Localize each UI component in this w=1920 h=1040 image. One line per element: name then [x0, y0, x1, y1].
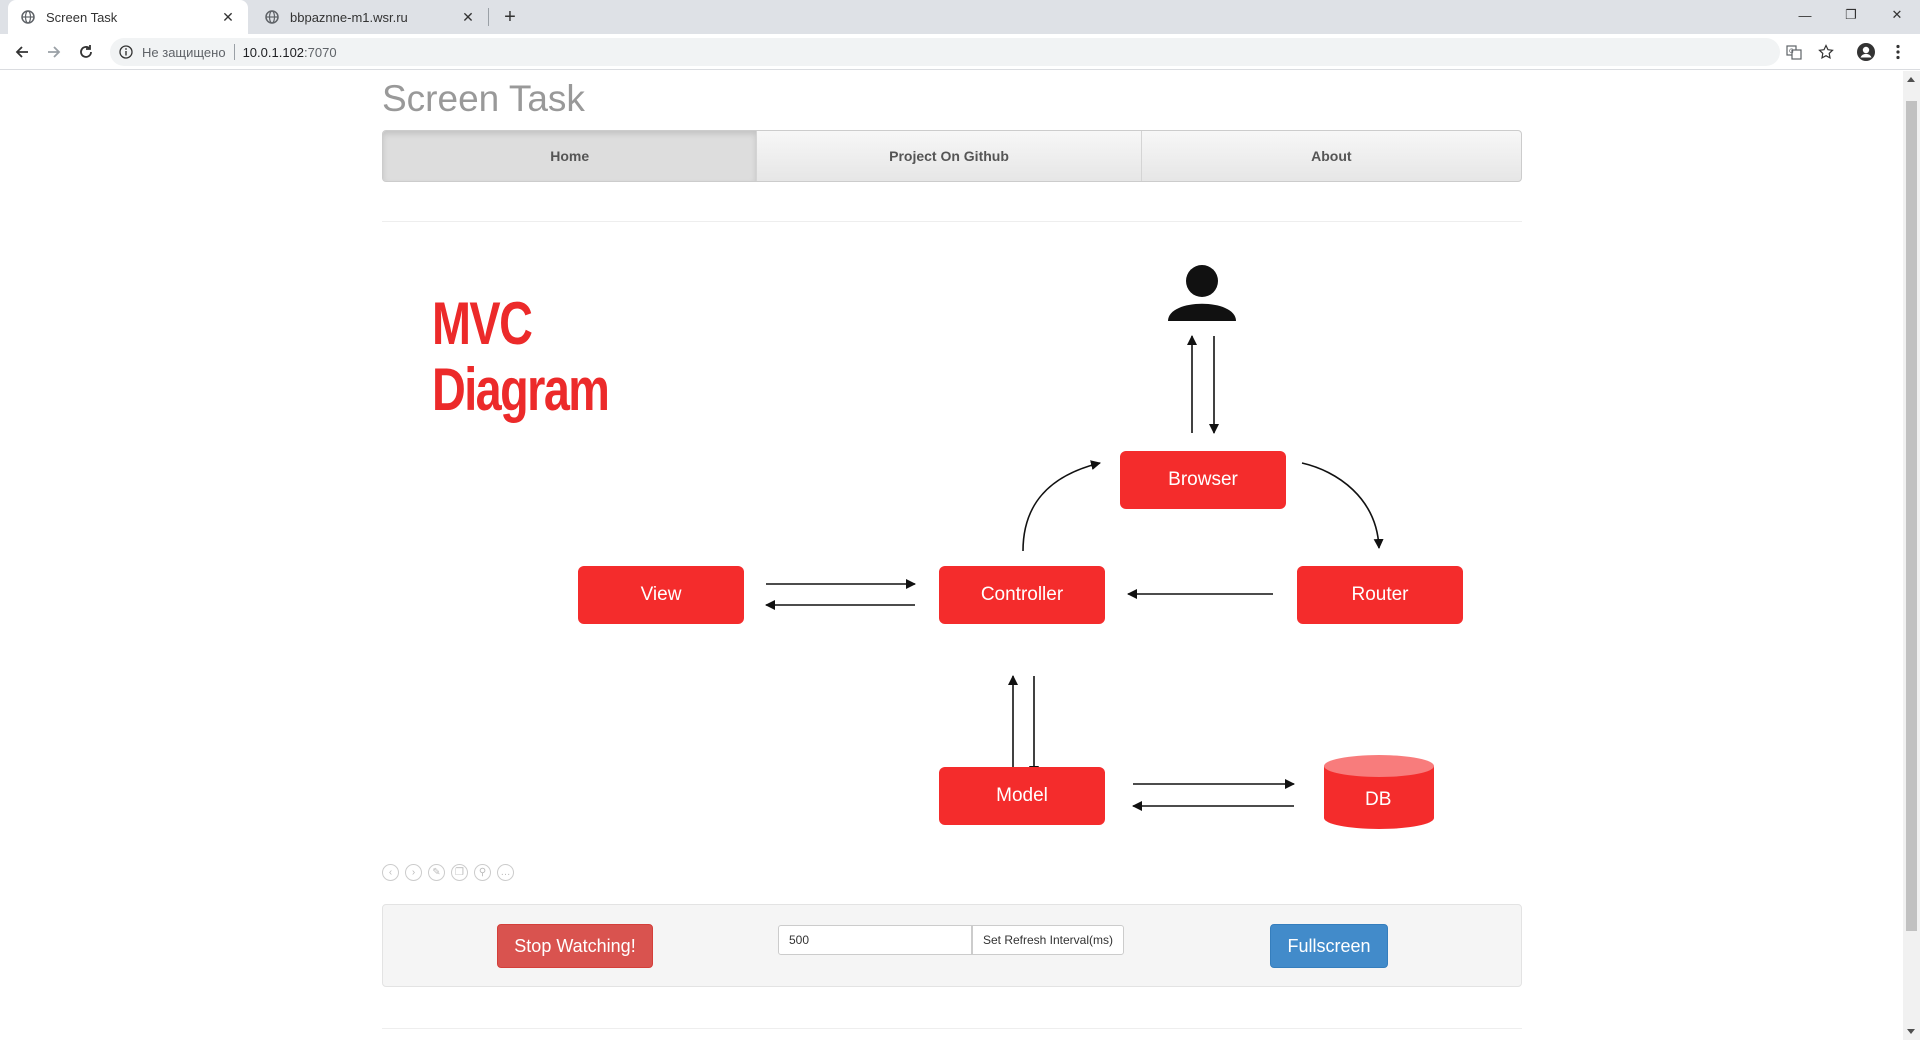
fullscreen-button[interactable]: Fullscreen	[1270, 924, 1388, 968]
info-icon[interactable]	[118, 44, 134, 60]
back-icon[interactable]	[10, 40, 34, 64]
star-icon[interactable]	[1814, 40, 1838, 64]
more-icon[interactable]: …	[497, 864, 514, 881]
image-toolbar: ‹ › ✎ ❐ ⚲ …	[382, 864, 514, 881]
tab-title: bbpaznne-m1.wsr.ru	[290, 9, 408, 25]
restore-button[interactable]: ❐	[1828, 0, 1874, 30]
browser-toolbar: Не защищено 10.0.1.102 :7070 G	[0, 34, 1920, 70]
scroll-down-icon[interactable]	[1907, 1029, 1915, 1034]
close-icon[interactable]: ✕	[220, 9, 236, 26]
user-icon	[1168, 265, 1236, 321]
nav-about[interactable]: About	[1142, 131, 1521, 181]
nav-home[interactable]: Home	[383, 131, 758, 181]
set-interval-button[interactable]: Set Refresh Interval(ms)	[972, 925, 1124, 955]
security-label: Не защищено	[142, 44, 226, 60]
page-scrollbar[interactable]	[1903, 71, 1920, 1040]
tab-title: Screen Task	[46, 9, 118, 25]
url-host: 10.0.1.102	[242, 44, 305, 60]
node-view: View	[578, 566, 744, 624]
node-model: Model	[939, 767, 1105, 825]
scrollbar-thumb[interactable]	[1906, 101, 1917, 931]
address-bar[interactable]: Не защищено 10.0.1.102 :7070	[110, 38, 1780, 66]
new-tab-button[interactable]: +	[497, 4, 523, 30]
prev-icon[interactable]: ‹	[382, 864, 399, 881]
nav-github[interactable]: Project On Github	[757, 131, 1142, 181]
scroll-up-icon[interactable]	[1907, 77, 1915, 82]
tab-strip: Screen Task ✕ bbpaznne-m1.wsr.ru ✕ + — ❐…	[0, 0, 1920, 34]
refresh-interval-input[interactable]	[778, 925, 972, 955]
copy-icon[interactable]: ❐	[451, 864, 468, 881]
url-port: :7070	[304, 44, 337, 60]
control-panel: Stop Watching! Set Refresh Interval(ms) …	[382, 904, 1522, 987]
reload-icon[interactable]	[74, 40, 98, 64]
divider	[382, 221, 1522, 222]
node-browser: Browser	[1120, 451, 1286, 509]
forward-icon[interactable]	[42, 40, 66, 64]
mvc-diagram-image: MVC Diagram Browser View Controller Rout…	[382, 236, 1522, 936]
close-window-button[interactable]: ✕	[1874, 0, 1920, 30]
tab-wsr[interactable]: bbpaznne-m1.wsr.ru ✕	[252, 0, 488, 34]
translate-icon[interactable]: G	[1782, 40, 1806, 64]
svg-text:G: G	[1789, 48, 1794, 55]
minimize-button[interactable]: —	[1782, 0, 1828, 30]
stop-watching-button[interactable]: Stop Watching!	[497, 924, 653, 968]
divider	[382, 1028, 1522, 1029]
profile-icon[interactable]	[1854, 40, 1878, 64]
edit-icon[interactable]: ✎	[428, 864, 445, 881]
globe-icon	[20, 9, 36, 25]
tab-screen-task[interactable]: Screen Task ✕	[8, 0, 248, 34]
next-icon[interactable]: ›	[405, 864, 422, 881]
close-icon[interactable]: ✕	[460, 9, 476, 26]
tab-separator	[488, 8, 489, 26]
globe-icon	[264, 9, 280, 25]
node-controller: Controller	[939, 566, 1105, 624]
main-nav: Home Project On Github About	[382, 130, 1522, 182]
zoom-icon[interactable]: ⚲	[474, 864, 491, 881]
menu-icon[interactable]	[1886, 40, 1910, 64]
site-title: Screen Task	[382, 78, 585, 119]
node-router: Router	[1297, 566, 1463, 624]
node-db: DB	[1365, 789, 1392, 810]
url-separator	[233, 44, 235, 60]
page-viewport: Screen Task Home Project On Github About…	[0, 71, 1920, 1040]
